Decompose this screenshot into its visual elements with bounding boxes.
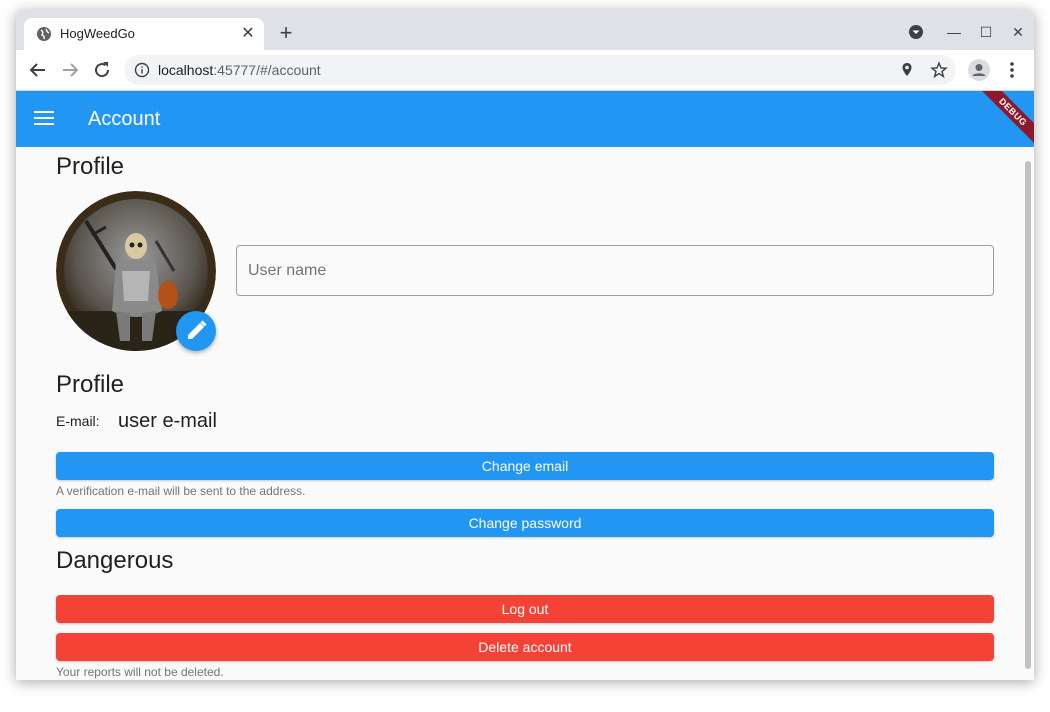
info-icon[interactable] (134, 62, 150, 78)
change-password-button[interactable]: Change password (56, 509, 994, 537)
email-value: user e-mail (118, 410, 217, 432)
maximize-icon[interactable]: ☐ (974, 20, 998, 44)
back-icon[interactable] (26, 58, 50, 82)
delete-account-button[interactable]: Delete account (56, 633, 994, 661)
edit-avatar-button[interactable] (176, 311, 216, 351)
change-email-button[interactable]: Change email (56, 452, 994, 480)
debug-banner: DEBUG (969, 91, 1034, 147)
email-label: E-mail: (56, 413, 100, 429)
url-text[interactable]: localhost:45777/#/account (158, 62, 321, 78)
menu-icon[interactable] (34, 111, 54, 127)
username-input[interactable] (236, 245, 994, 296)
tab-close-icon[interactable]: ✕ (238, 24, 258, 44)
new-tab-icon[interactable]: + (274, 22, 298, 46)
more-vert-icon[interactable] (1002, 58, 1022, 82)
forward-icon[interactable] (58, 58, 82, 82)
browser-tab[interactable]: HogWeedGo ✕ (24, 18, 264, 50)
profile-section-title: Profile (56, 153, 125, 180)
tab-search-icon[interactable] (904, 20, 928, 44)
account-section-title: Profile (56, 371, 125, 398)
reload-icon[interactable] (90, 58, 114, 82)
url-host: localhost (158, 62, 214, 78)
scrollbar[interactable] (1025, 161, 1031, 669)
account-content: Profile User name Profile E-mail: user e… (16, 147, 1034, 680)
browser-window: HogWeedGo ✕ + — ☐ ✕ localhost:45777/#/ac… (16, 10, 1034, 680)
url-path: :45777/#/account (213, 62, 321, 78)
app-bar: Account DEBUG (16, 91, 1034, 147)
browser-toolbar: localhost:45777/#/account (16, 50, 1034, 91)
profile-avatar-icon[interactable] (968, 59, 990, 81)
address-bar[interactable]: localhost:45777/#/account (124, 55, 956, 85)
dangerous-section-title: Dangerous (56, 547, 174, 574)
tab-title: HogWeedGo (60, 26, 135, 41)
close-window-icon[interactable]: ✕ (1006, 20, 1030, 44)
person-icon (972, 64, 986, 76)
logout-button[interactable]: Log out (56, 595, 994, 623)
location-pin-icon[interactable] (898, 61, 916, 79)
delete-account-hint: Your reports will not be deleted. (56, 665, 224, 679)
minimize-icon[interactable]: — (942, 20, 966, 44)
change-email-hint: A verification e-mail will be sent to th… (56, 484, 306, 498)
tab-strip: HogWeedGo ✕ + — ☐ ✕ (16, 10, 1034, 50)
page-title: Account (88, 108, 161, 130)
bookmark-star-icon[interactable] (930, 61, 948, 79)
pencil-icon (188, 320, 207, 339)
globe-icon (37, 27, 51, 41)
